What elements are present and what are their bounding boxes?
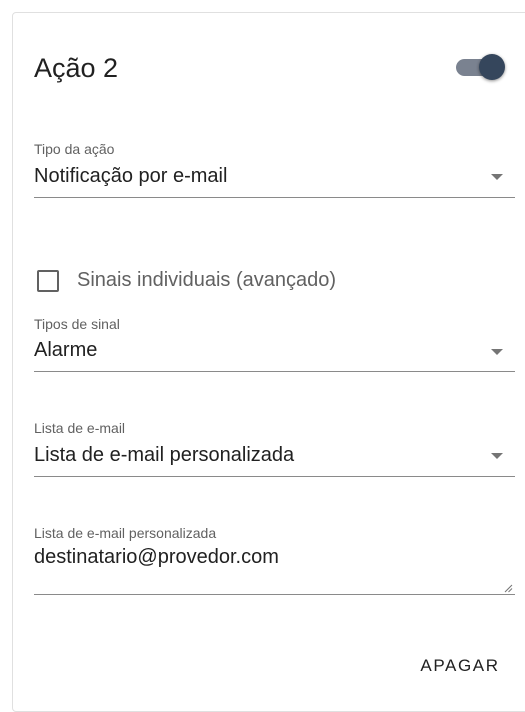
custom-email-list-underline xyxy=(34,594,515,595)
signal-types-select[interactable]: Tipos de sinal Alarme xyxy=(34,316,515,376)
chevron-down-icon[interactable] xyxy=(491,174,503,180)
custom-email-list-label: Lista de e-mail personalizada xyxy=(34,525,217,541)
custom-email-list-value[interactable]: destinatario@provedor.com xyxy=(34,544,279,570)
delete-button[interactable]: APAGAR xyxy=(406,646,514,686)
email-list-select[interactable]: Lista de e-mail Lista de e-mail personal… xyxy=(34,420,515,480)
individual-signals-label: Sinais individuais (avançado) xyxy=(77,269,337,291)
action-title: Ação 2 xyxy=(34,53,119,83)
individual-signals-checkbox[interactable] xyxy=(37,270,59,292)
email-list-value: Lista de e-mail personalizada xyxy=(34,444,295,466)
resize-handle-icon[interactable] xyxy=(503,583,513,593)
signal-types-value: Alarme xyxy=(34,339,98,361)
signal-types-label: Tipos de sinal xyxy=(34,316,120,332)
email-list-underline xyxy=(34,476,515,477)
action-enabled-toggle[interactable] xyxy=(455,52,507,82)
chevron-down-icon[interactable] xyxy=(491,453,503,459)
email-list-label: Lista de e-mail xyxy=(34,420,126,436)
custom-email-list-textarea[interactable]: Lista de e-mail personalizada destinatar… xyxy=(34,525,515,597)
action-type-select[interactable]: Tipo da ação Notificação por e-mail xyxy=(34,141,515,201)
action-type-value: Notificação por e-mail xyxy=(34,165,228,187)
chevron-down-icon[interactable] xyxy=(491,349,503,355)
signal-types-underline xyxy=(34,371,515,372)
action-type-underline xyxy=(34,197,515,198)
toggle-thumb[interactable] xyxy=(479,54,505,80)
action-type-label: Tipo da ação xyxy=(34,141,115,157)
